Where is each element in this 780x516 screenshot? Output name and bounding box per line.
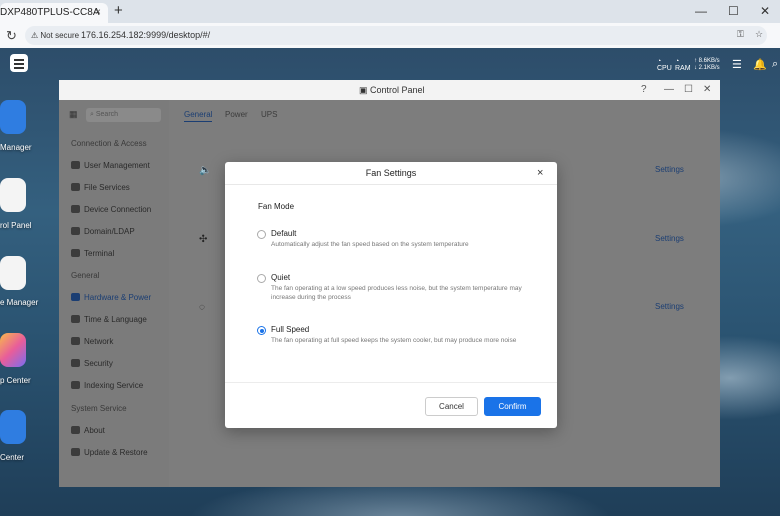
- control-panel-title: ▣ Control Panel: [359, 85, 425, 95]
- control-panel-sidebar: ▦ ⌕ Search Connection & Access User Mana…: [59, 100, 169, 487]
- sidebar-item-network[interactable]: Network: [71, 337, 113, 346]
- notification-bell-icon[interactable]: 🔔: [753, 58, 767, 71]
- help-center-icon[interactable]: [0, 410, 26, 444]
- sidebar-item-hardware-power[interactable]: Hardware & Power: [71, 293, 151, 302]
- clock-icon: [71, 315, 80, 323]
- bookmark-star-icon[interactable]: ☆: [755, 29, 763, 40]
- option-name: Default: [271, 229, 297, 238]
- settings-link-led[interactable]: Settings: [655, 302, 684, 311]
- option-description: The fan operating at a low speed produce…: [271, 285, 522, 301]
- settings-link-fan[interactable]: Settings: [655, 234, 684, 243]
- search-icon: ⌕: [90, 111, 94, 118]
- minimize-icon[interactable]: —: [664, 80, 674, 100]
- dialog-title: Fan Settings: [225, 162, 557, 185]
- omnibox[interactable]: ⚠ Not secure 176.16.254.182:9999/desktop…: [25, 26, 767, 45]
- tab-ups[interactable]: UPS: [261, 110, 277, 119]
- domain-icon: [71, 227, 80, 235]
- new-tab-button[interactable]: +: [114, 2, 123, 20]
- terminal-icon: [71, 249, 80, 257]
- close-window-icon[interactable]: ✕: [760, 0, 770, 23]
- sidebar-search-input[interactable]: ⌕ Search: [86, 108, 161, 122]
- upload-speed: ↑ 8.6KB/s: [694, 58, 720, 64]
- sidebar-item-domain-ldap[interactable]: Domain/LDAP: [71, 227, 135, 236]
- cpu-gauge[interactable]: ◔ CPU: [657, 58, 672, 72]
- maximize-window-icon[interactable]: ☐: [728, 0, 739, 23]
- tab-power[interactable]: Power: [225, 110, 248, 119]
- search-icon[interactable]: ⌕: [772, 58, 778, 71]
- reload-icon[interactable]: ↻: [6, 26, 17, 45]
- sidebar-item-security[interactable]: Security: [71, 359, 113, 368]
- file-manager-icon[interactable]: [0, 100, 26, 134]
- speaker-icon: 🔈: [199, 165, 212, 176]
- not-secure-badge[interactable]: ⚠ Not secure: [31, 26, 79, 45]
- close-icon[interactable]: ×: [537, 162, 543, 184]
- help-icon[interactable]: ?: [641, 80, 647, 100]
- cancel-button[interactable]: Cancel: [425, 397, 478, 416]
- sidebar-item-user-management[interactable]: User Management: [71, 161, 150, 170]
- sidebar-item-update-restore[interactable]: Update & Restore: [71, 448, 148, 457]
- sidebar-heading: Connection & Access: [71, 139, 147, 148]
- tab-general[interactable]: General: [184, 110, 213, 122]
- tab-title: DXP480TPLUS-CC8A: [0, 7, 100, 18]
- ram-gauge[interactable]: ◔ RAM: [675, 58, 691, 72]
- storage-manager-icon[interactable]: [0, 256, 26, 290]
- desktop-icon-label: Center: [0, 453, 25, 462]
- folder-icon: [71, 183, 80, 191]
- info-icon: [71, 426, 80, 434]
- network-icon: [71, 337, 80, 345]
- device-icon: [71, 205, 80, 213]
- sidebar-item-device-connection[interactable]: Device Connection: [71, 205, 151, 214]
- desktop-icon-label: rol Panel: [0, 221, 32, 230]
- download-speed: ↓ 2.1KB/s: [694, 65, 720, 71]
- minimize-window-icon[interactable]: —: [695, 0, 707, 23]
- fan-settings-dialog: Fan Settings × Fan Mode Default Automati…: [225, 162, 557, 428]
- tab-close-icon[interactable]: ×: [95, 3, 101, 23]
- bulb-icon: ◌: [199, 302, 205, 313]
- sidebar-heading: System Service: [71, 404, 127, 413]
- sidebar-item-about[interactable]: About: [71, 426, 105, 435]
- option-description: The fan operating at full speed keeps th…: [271, 337, 517, 344]
- browser-tab-bar: DXP480TPLUS-CC8A × + — ☐ ✕: [0, 0, 780, 23]
- sidebar-item-time-language[interactable]: Time & Language: [71, 315, 147, 324]
- network-speed[interactable]: ↑ 8.6KB/s ↓ 2.1KB/s: [694, 58, 720, 72]
- grid-view-icon[interactable]: ▦: [69, 109, 78, 120]
- control-panel-titlebar: ▣ Control Panel ? — ☐ ✕: [59, 80, 720, 100]
- browser-tab[interactable]: DXP480TPLUS-CC8A ×: [0, 3, 108, 23]
- key-icon[interactable]: ⚿: [737, 29, 744, 40]
- sidebar-item-file-services[interactable]: File Services: [71, 183, 130, 192]
- app-center-icon[interactable]: [0, 333, 26, 367]
- sidebar-heading: General: [71, 271, 100, 280]
- fan-icon: ✣: [199, 234, 208, 245]
- hardware-icon: [71, 293, 80, 301]
- close-icon[interactable]: ✕: [703, 80, 711, 100]
- option-description: Automatically adjust the fan speed based…: [271, 241, 469, 248]
- update-icon: [71, 448, 80, 456]
- desktop-icon-label: Manager: [0, 143, 32, 152]
- main-menu-icon[interactable]: [10, 54, 28, 72]
- sidebar-item-terminal[interactable]: Terminal: [71, 249, 114, 258]
- url-text[interactable]: 176.16.254.182:9999/desktop/#/: [81, 26, 210, 45]
- settings-link-buzzer[interactable]: Settings: [655, 165, 684, 174]
- option-name: Quiet: [271, 273, 291, 282]
- sidebar-item-indexing-service[interactable]: Indexing Service: [71, 381, 143, 390]
- desktop-icon-label: e Manager: [0, 298, 39, 307]
- desktop-icon-label: p Center: [0, 376, 31, 385]
- radio-full-speed[interactable]: [257, 326, 266, 335]
- shield-icon: [71, 359, 80, 367]
- fan-mode-label: Fan Mode: [258, 202, 295, 211]
- dialog-divider: [225, 382, 557, 383]
- index-icon: [71, 381, 80, 389]
- confirm-button[interactable]: Confirm: [484, 397, 541, 416]
- user-icon: [71, 161, 80, 169]
- maximize-icon[interactable]: ☐: [684, 80, 693, 100]
- control-panel-icon[interactable]: [0, 178, 26, 212]
- option-name: Full Speed: [271, 325, 310, 334]
- address-bar: ↻ ⚠ Not secure 176.16.254.182:9999/deskt…: [0, 23, 780, 49]
- radio-default[interactable]: [257, 230, 266, 239]
- radio-quiet[interactable]: [257, 274, 266, 283]
- task-list-icon[interactable]: ☰: [732, 58, 742, 71]
